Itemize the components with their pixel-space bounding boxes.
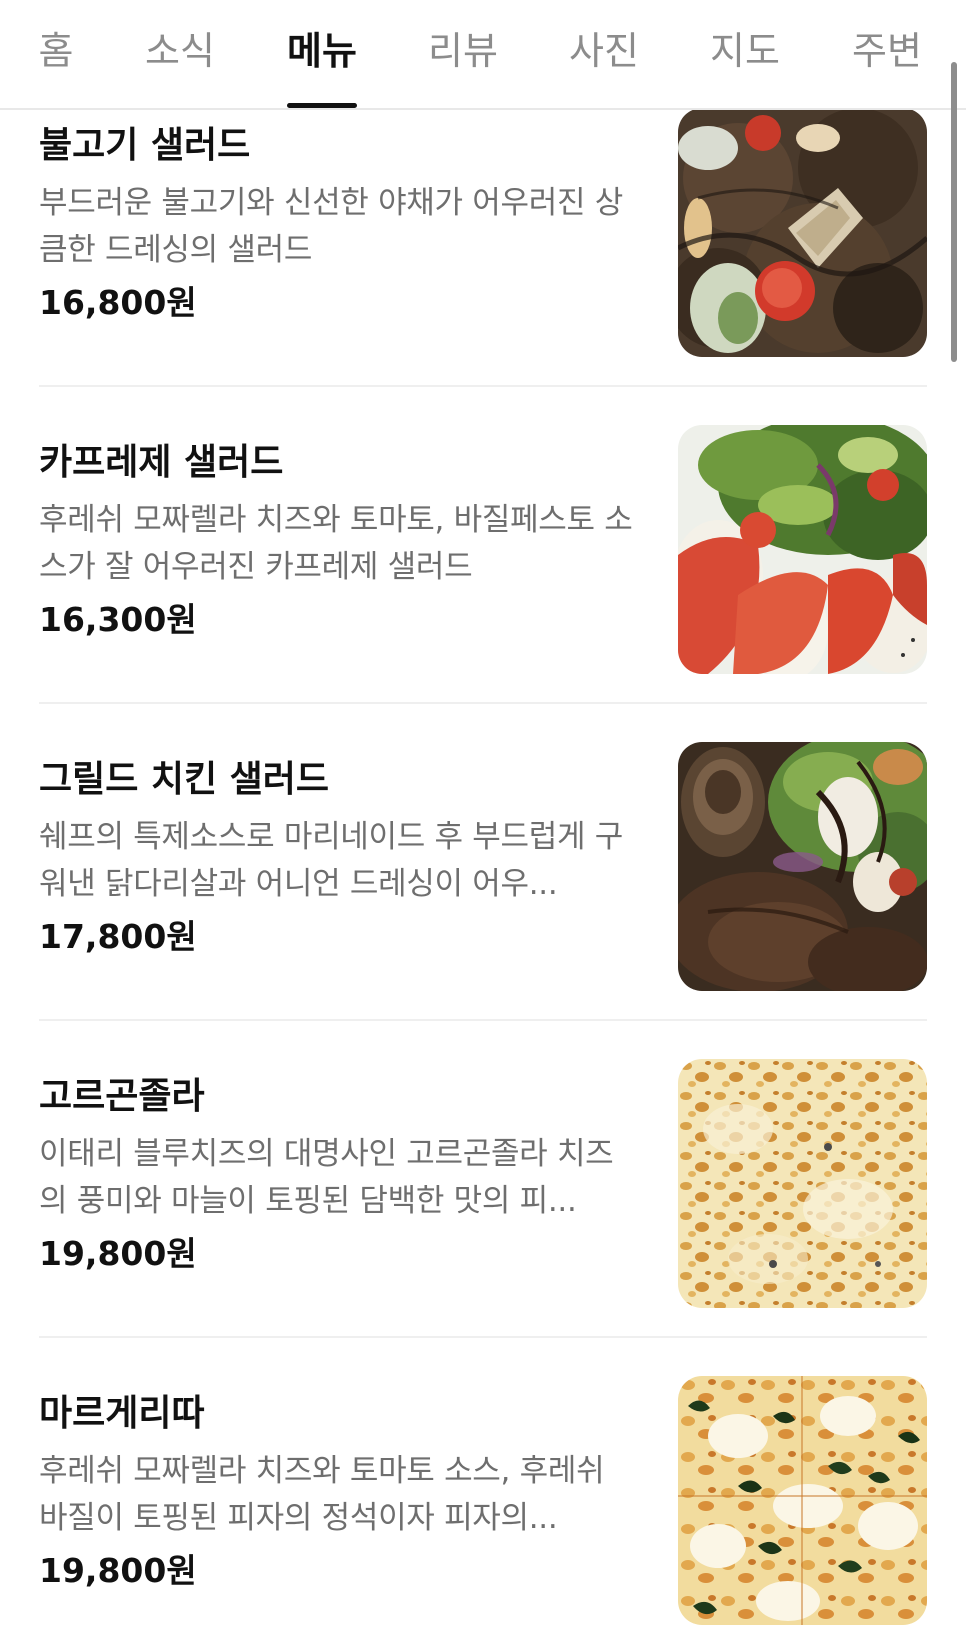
menu-item-price: 19,800원 [39, 1551, 197, 1590]
menu-item-description: 이태리 블루치즈의 대명사인 고르곤졸라 치즈의 풍미와 마늘이 토핑된 담백한… [39, 1136, 614, 1219]
divider [39, 702, 927, 704]
grilled-chicken-salad-image [678, 742, 927, 991]
menu-item-price: 16,300원 [39, 600, 197, 639]
bulgogi-salad-photo[interactable] [678, 108, 927, 357]
margherita-pizza-image [678, 1376, 927, 1625]
tab-map[interactable]: 지도 [709, 26, 781, 108]
divider [39, 1336, 927, 1338]
tab-label: 지도 [710, 29, 780, 73]
menu-item-description: 후레쉬 모짜렐라 치즈와 토마토, 바질페스토 소스가 잘 어우러진 카프레제 … [39, 502, 633, 585]
menu-item-name: 그릴드 치킨 샐러드 [39, 759, 330, 800]
bulgogi-salad-image [678, 108, 927, 357]
gorgonzola-pizza-image [678, 1059, 927, 1308]
menu-item-description: 쉐프의 특제소스로 마리네이드 후 부드럽게 구워낸 닭다리살과 어니언 드레싱… [39, 819, 623, 902]
menu-item-name: 카프레제 샐러드 [39, 442, 284, 483]
tab-photos[interactable]: 사진 [568, 26, 640, 108]
tab-bar: 홈 소식 메뉴 리뷰 사진 지도 주변 [0, 0, 966, 110]
menu-item-gorgonzola[interactable]: 고르곤졸라 이태리 블루치즈의 대명사인 고르곤졸라 치즈의 풍미와 마늘이 토… [0, 1059, 966, 1388]
menu-item-price: 16,800원 [39, 283, 197, 322]
caprese-salad-image [678, 425, 927, 674]
scrollbar[interactable] [951, 62, 957, 362]
tab-label: 소식 [145, 29, 215, 73]
menu-item-price: 17,800원 [39, 917, 197, 956]
tab-label: 리뷰 [428, 29, 498, 73]
menu-item-description: 후레쉬 모짜렐라 치즈와 토마토 소스, 후레쉬 바질이 토핑된 피자의 정석이… [39, 1453, 605, 1536]
tab-label: 홈 [38, 29, 74, 73]
tab-label: 사진 [569, 29, 639, 73]
tab-nearby[interactable]: 주변 [851, 26, 923, 108]
menu-item-description: 부드러운 불고기와 신선한 야채가 어우러진 상큼한 드레싱의 샐러드 [39, 185, 623, 268]
tab-news[interactable]: 소식 [144, 26, 216, 108]
menu-item-caprese-salad[interactable]: 카프레제 샐러드 후레쉬 모짜렐라 치즈와 토마토, 바질페스토 소스가 잘 어… [0, 425, 966, 754]
margherita-pizza-photo[interactable] [678, 1376, 927, 1625]
menu-item-name: 고르곤졸라 [39, 1076, 205, 1117]
caprese-salad-photo[interactable] [678, 425, 927, 674]
menu-page: 불고기 샐러드 부드러운 불고기와 신선한 야채가 어우러진 상큼한 드레싱의 … [0, 0, 966, 1627]
tab-label: 메뉴 [287, 29, 357, 73]
menu-item-margherita[interactable]: 마르게리따 후레쉬 모짜렐라 치즈와 토마토 소스, 후레쉬 바질이 토핑된 피… [0, 1376, 966, 1627]
tab-label: 주변 [852, 29, 922, 73]
menu-item-name: 불고기 샐러드 [39, 125, 251, 166]
gorgonzola-pizza-photo[interactable] [678, 1059, 927, 1308]
tab-menu[interactable]: 메뉴 [287, 26, 357, 108]
divider [39, 1019, 927, 1021]
tab-active-indicator [287, 103, 357, 108]
menu-item-name: 마르게리따 [39, 1393, 205, 1434]
menu-item-price: 19,800원 [39, 1234, 197, 1273]
divider [39, 385, 927, 387]
menu-item-bulgogi-salad[interactable]: 불고기 샐러드 부드러운 불고기와 신선한 야채가 어우러진 상큼한 드레싱의 … [0, 108, 966, 437]
grilled-chicken-salad-photo[interactable] [678, 742, 927, 991]
menu-item-grilled-chicken-salad[interactable]: 그릴드 치킨 샐러드 쉐프의 특제소스로 마리네이드 후 부드럽게 구워낸 닭다… [0, 742, 966, 1071]
tab-home[interactable]: 홈 [36, 26, 76, 108]
tab-reviews[interactable]: 리뷰 [427, 26, 499, 108]
